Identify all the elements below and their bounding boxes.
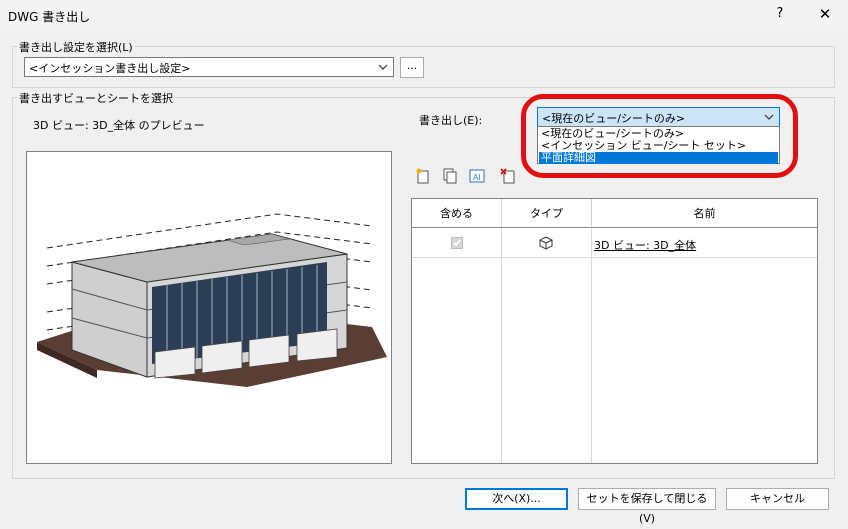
row-divider	[412, 257, 817, 258]
column-divider	[501, 228, 502, 463]
title-bar	[0, 0, 848, 32]
preview-label: 3D ビュー: 3D_全体 のプレビュー	[33, 119, 205, 132]
close-button[interactable]: ✕	[815, 5, 835, 25]
views-sheets-group-label: 書き出すビューとシートを選択	[17, 90, 175, 106]
chevron-down-icon	[377, 59, 389, 78]
export-settings-combo[interactable]: <インセッション書き出し設定>	[24, 57, 394, 77]
building-preview-image	[37, 213, 387, 387]
new-set-icon[interactable]	[415, 168, 431, 184]
delete-set-icon[interactable]	[500, 168, 516, 184]
save-and-close-button[interactable]: セットを保存して閉じる(V)	[578, 488, 716, 525]
preview-pane	[26, 151, 392, 464]
column-divider	[591, 228, 592, 463]
duplicate-set-icon[interactable]	[442, 168, 458, 184]
3d-view-icon	[539, 236, 553, 250]
browse-settings-button[interactable]: ...	[400, 57, 424, 78]
column-header-name[interactable]: 名前	[592, 199, 817, 228]
export-settings-group-label: 書き出し設定を選択(L)	[17, 39, 135, 55]
column-header-include[interactable]: 含める	[412, 199, 502, 228]
export-settings-value: <インセッション書き出し設定>	[29, 62, 191, 75]
export-label: 書き出し(E):	[419, 114, 483, 127]
window-title: DWG 書き出し	[8, 10, 91, 24]
svg-text:AI: AI	[473, 173, 481, 182]
include-checkbox[interactable]	[451, 237, 463, 249]
view-name-link[interactable]: 3D ビュー: 3D_全体	[594, 237, 696, 253]
annotation-circle	[521, 94, 798, 178]
next-button[interactable]: 次へ(X)...	[465, 488, 568, 510]
column-header-type[interactable]: タイプ	[502, 199, 592, 228]
rename-set-icon[interactable]: AI	[469, 168, 485, 184]
cancel-button[interactable]: キャンセル	[726, 488, 829, 510]
views-table: 含める タイプ 名前 3D ビュー: 3D_全体	[411, 198, 818, 464]
help-button[interactable]: ?	[772, 6, 788, 26]
